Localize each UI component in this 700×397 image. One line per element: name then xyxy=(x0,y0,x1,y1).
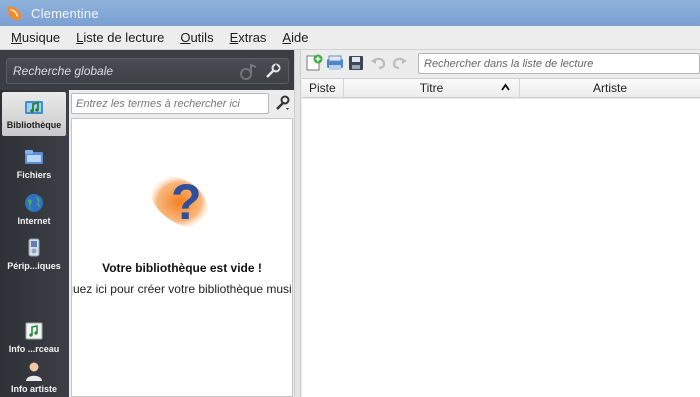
menu-aide[interactable]: Aide xyxy=(282,30,308,45)
menu-musique[interactable]: Musique xyxy=(11,30,60,45)
playlist-search-input[interactable] xyxy=(419,57,699,70)
column-artiste-label: Artiste xyxy=(592,81,627,95)
column-titre-label: Titre xyxy=(419,81,444,95)
menu-outils[interactable]: Outils xyxy=(180,30,213,45)
undo-icon[interactable] xyxy=(369,54,387,72)
devices-icon xyxy=(28,238,40,257)
window-title: Clementine xyxy=(31,5,99,21)
tab-fichiers-label: Fichiers xyxy=(16,170,52,180)
clementine-question-icon: ? xyxy=(150,174,209,230)
tab-info-artiste-label: Info artiste xyxy=(10,384,57,394)
clementine-logo-icon xyxy=(7,6,22,21)
tab-fichiers[interactable]: Fichiers xyxy=(2,142,66,186)
redo-icon[interactable] xyxy=(391,54,409,72)
playlist-search-box xyxy=(418,53,700,74)
new-playlist-icon[interactable] xyxy=(305,54,323,72)
tab-info-morceau[interactable]: Info ...rceau xyxy=(2,316,66,360)
column-artiste[interactable]: Artiste xyxy=(520,79,700,97)
globe-icon xyxy=(25,194,43,212)
music-deco-icon xyxy=(240,63,257,80)
tab-bibliotheque-label: Bibliothèque xyxy=(6,120,62,130)
column-piste[interactable]: Piste xyxy=(302,79,344,97)
menu-extras[interactable]: Extras xyxy=(230,30,267,45)
library-view[interactable]: ? Votre bibliothèque est vide ! Cliquez … xyxy=(71,118,293,397)
tab-info-artiste[interactable]: Info artiste xyxy=(2,356,66,397)
library-search-input[interactable] xyxy=(72,97,268,110)
global-search-bar[interactable]: Recherche globale xyxy=(6,58,289,84)
title-bar: Clementine xyxy=(0,0,700,26)
song-info-icon xyxy=(25,322,43,340)
panel-splitter[interactable] xyxy=(294,50,301,397)
tab-peripheriques[interactable]: Périp...iques xyxy=(2,233,66,277)
load-playlist-icon[interactable] xyxy=(326,54,344,72)
global-search-placeholder: Recherche globale xyxy=(13,64,114,78)
library-panel: ? Votre bibliothèque est vide ! Cliquez … xyxy=(69,90,294,397)
playlist-toolbar xyxy=(301,50,700,76)
column-titre[interactable]: Titre xyxy=(344,79,520,97)
sidebar-tabs: Bibliothèque Fichiers Internet Périp...i… xyxy=(0,90,69,397)
library-options-icon[interactable] xyxy=(274,94,292,112)
save-playlist-icon[interactable] xyxy=(347,54,365,72)
artist-icon xyxy=(26,362,42,381)
library-empty-title: Votre bibliothèque est vide ! xyxy=(102,261,262,275)
library-icon xyxy=(25,101,43,114)
library-empty-hint[interactable]: Cliquez ici pour créer votre bibliothèqu… xyxy=(72,282,292,296)
playlist-header: Piste Titre Artiste xyxy=(302,78,700,98)
playlist-view[interactable] xyxy=(302,99,700,397)
tab-internet-label: Internet xyxy=(17,216,51,226)
column-piste-label: Piste xyxy=(309,81,336,95)
svg-text:?: ? xyxy=(171,174,202,230)
tab-internet[interactable]: Internet xyxy=(2,188,66,232)
menu-liste-de-lecture[interactable]: Liste de lecture xyxy=(76,30,164,45)
sort-ascending-icon xyxy=(501,83,510,91)
tab-peripheriques-label: Périp...iques xyxy=(7,261,61,271)
search-settings-icon[interactable] xyxy=(264,62,282,80)
files-icon xyxy=(25,150,43,164)
tab-info-morceau-label: Info ...rceau xyxy=(8,344,60,354)
library-filter-box xyxy=(71,93,269,114)
tab-bibliotheque[interactable]: Bibliothèque xyxy=(2,92,66,136)
menu-bar: Musique Liste de lecture Outils Extras A… xyxy=(0,26,700,50)
